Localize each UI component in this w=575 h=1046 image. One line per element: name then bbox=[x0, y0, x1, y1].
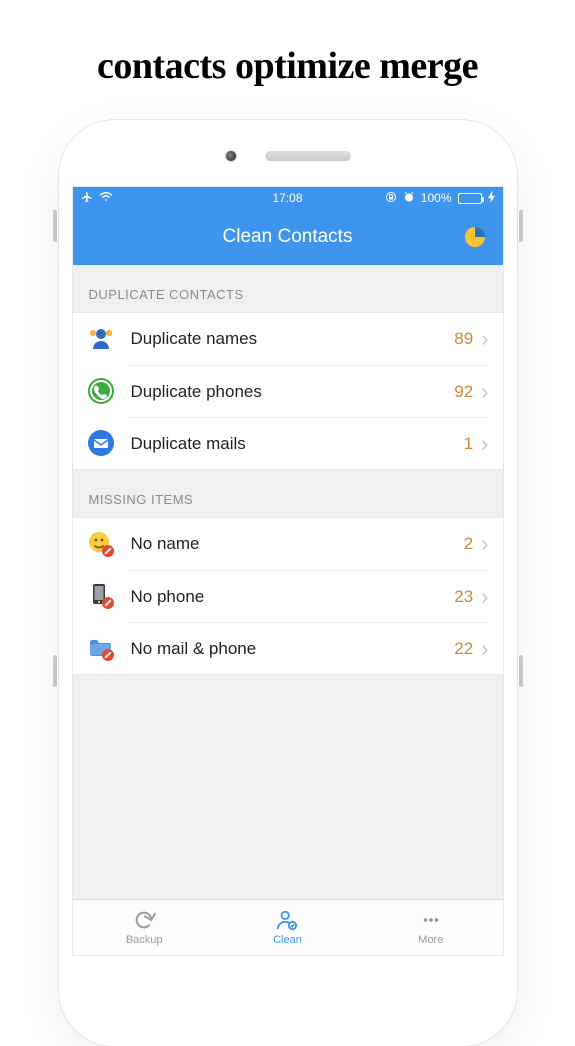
tab-backup[interactable]: Backup bbox=[73, 900, 216, 955]
tab-clean[interactable]: Clean bbox=[216, 900, 359, 955]
chevron-right-icon: › bbox=[481, 533, 488, 555]
list-missing: No name 2 › No phone 23 › bbox=[73, 517, 503, 675]
row-count: 22 bbox=[454, 639, 473, 659]
mail-icon bbox=[87, 429, 115, 457]
battery-icon bbox=[458, 193, 482, 204]
tab-more[interactable]: More bbox=[359, 900, 502, 955]
phone-call-icon bbox=[87, 377, 115, 405]
chevron-right-icon: › bbox=[481, 433, 488, 455]
row-count: 89 bbox=[454, 329, 473, 349]
row-label: No phone bbox=[131, 587, 455, 607]
row-duplicate-phones[interactable]: Duplicate phones 92 › bbox=[73, 365, 503, 417]
section-header-missing: MISSING ITEMS bbox=[73, 470, 503, 517]
tab-bar: Backup Clean More bbox=[73, 899, 503, 955]
nav-bar: Clean Contacts bbox=[73, 209, 503, 265]
pie-chart-icon[interactable] bbox=[463, 225, 487, 249]
smiley-missing-icon bbox=[87, 530, 115, 558]
row-label: Duplicate phones bbox=[131, 382, 455, 402]
nav-title: Clean Contacts bbox=[223, 226, 353, 248]
phone-frame: 17:08 100% Clean Contacts bbox=[59, 120, 517, 1046]
promo-title: contacts optimize merge bbox=[0, 0, 575, 120]
chevron-right-icon: › bbox=[481, 638, 488, 660]
row-count: 1 bbox=[464, 434, 473, 454]
row-count: 23 bbox=[454, 587, 473, 607]
chevron-right-icon: › bbox=[481, 381, 488, 403]
row-no-phone[interactable]: No phone 23 › bbox=[73, 570, 503, 622]
row-count: 92 bbox=[454, 382, 473, 402]
phone-speaker bbox=[265, 151, 351, 161]
row-count: 2 bbox=[464, 534, 473, 554]
row-duplicate-names[interactable]: Duplicate names 89 › bbox=[73, 313, 503, 365]
backup-sync-icon bbox=[131, 909, 157, 931]
wifi-icon bbox=[99, 191, 113, 205]
phone-camera bbox=[225, 150, 237, 162]
row-no-mail-phone[interactable]: No mail & phone 22 › bbox=[73, 622, 503, 674]
status-bar: 17:08 100% bbox=[73, 187, 503, 209]
section-header-duplicates: DUPLICATE CONTACTS bbox=[73, 265, 503, 312]
row-no-name[interactable]: No name 2 › bbox=[73, 518, 503, 570]
list-duplicates: Duplicate names 89 › Duplicate phones 92… bbox=[73, 312, 503, 470]
chevron-right-icon: › bbox=[481, 328, 488, 350]
status-time: 17:08 bbox=[272, 191, 302, 205]
row-duplicate-mails[interactable]: Duplicate mails 1 › bbox=[73, 417, 503, 469]
battery-percent: 100% bbox=[421, 191, 452, 205]
charging-icon bbox=[488, 191, 495, 206]
phone-device-missing-icon bbox=[87, 582, 115, 610]
contacts-group-icon bbox=[87, 325, 115, 353]
orientation-lock-icon bbox=[385, 191, 397, 206]
chevron-right-icon: › bbox=[481, 586, 488, 608]
row-label: No mail & phone bbox=[131, 639, 455, 659]
airplane-icon bbox=[81, 191, 93, 206]
row-label: Duplicate mails bbox=[131, 434, 464, 454]
tab-label: Clean bbox=[273, 934, 302, 946]
folder-missing-icon bbox=[87, 634, 115, 662]
row-label: No name bbox=[131, 534, 464, 554]
row-label: Duplicate names bbox=[131, 329, 455, 349]
more-dots-icon bbox=[418, 909, 444, 931]
content: DUPLICATE CONTACTS Duplicate names 89 › bbox=[73, 265, 503, 899]
clean-person-icon bbox=[274, 909, 300, 931]
screen: 17:08 100% Clean Contacts bbox=[72, 186, 504, 956]
tab-label: More bbox=[418, 934, 443, 946]
tab-label: Backup bbox=[126, 934, 163, 946]
alarm-icon bbox=[403, 191, 415, 206]
